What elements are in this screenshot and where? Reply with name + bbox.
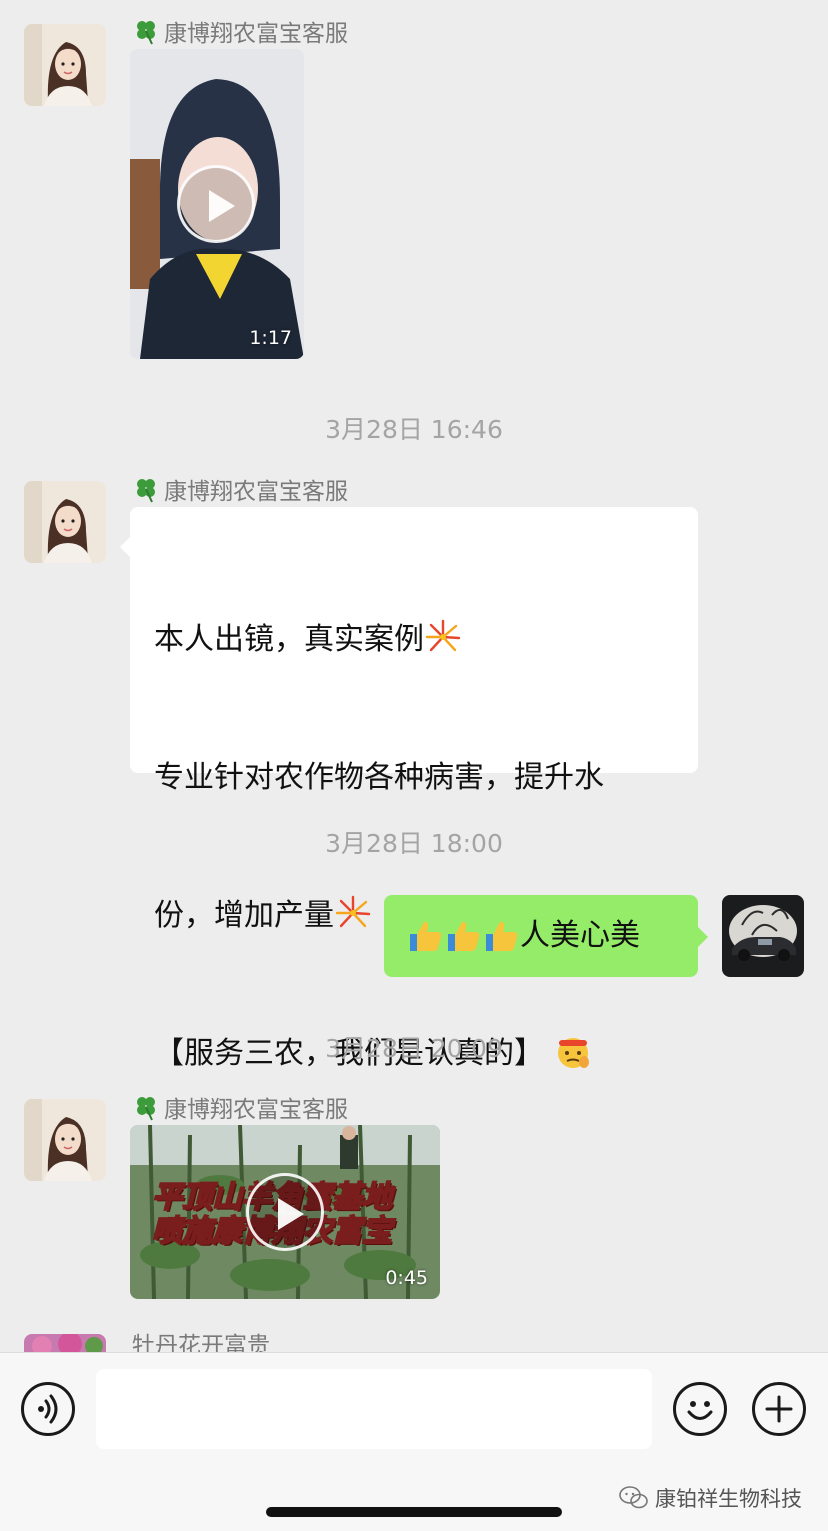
avatar[interactable] <box>24 1099 106 1181</box>
watermark: 康铂祥生物科技 <box>619 1483 802 1513</box>
clover-icon <box>137 1097 155 1121</box>
video-duration: 1:17 <box>249 327 292 349</box>
message-input[interactable] <box>96 1369 652 1449</box>
wechat-logo-icon <box>619 1486 648 1509</box>
play-icon[interactable] <box>246 1173 324 1251</box>
thumbs-up-icon <box>410 921 442 951</box>
voice-icon[interactable] <box>21 1382 75 1436</box>
avatar[interactable] <box>24 1334 106 1352</box>
timestamp: 3月28日 18:00 <box>325 829 503 858</box>
outgoing-message-bubble[interactable]: 人美心美 <box>384 895 708 977</box>
thumbs-up-icon <box>486 921 518 951</box>
clover-icon <box>137 479 155 503</box>
sender-name: 康博翔农富宝客服 <box>132 472 348 506</box>
text-message-bubble[interactable]: 本人出镜，真实案例 专业针对农作物各种病害，提升水 份，增加产量 【服务三农，我… <box>120 507 698 1206</box>
sender-name: 康博翔农富宝客服 <box>132 14 348 48</box>
video-message[interactable]: 1:17 <box>130 49 304 359</box>
fireworks-icon <box>335 895 371 928</box>
video-duration: 0:45 <box>385 1267 428 1289</box>
thumbs-up-icon <box>448 921 480 951</box>
sender-name: 康博翔农富宝客服 <box>132 1090 348 1124</box>
clover-icon <box>137 21 155 45</box>
video-message[interactable]: 平顶山羊角蜜基地 喷施康博翔农富宝 0:45 <box>130 1125 440 1299</box>
chat-input-bar: 康铂祥生物科技 <box>0 1352 828 1531</box>
fireworks-icon <box>425 619 461 652</box>
emoji-icon[interactable] <box>673 1382 727 1436</box>
timestamp: 3月28日 20:09 <box>325 1034 503 1063</box>
message-text: 人美心美 <box>520 918 640 953</box>
plus-icon[interactable] <box>752 1382 806 1436</box>
avatar[interactable] <box>24 24 106 106</box>
my-avatar[interactable] <box>722 895 804 977</box>
avatar[interactable] <box>24 481 106 563</box>
home-indicator[interactable] <box>266 1507 562 1517</box>
play-icon[interactable] <box>177 165 255 243</box>
timestamp: 3月28日 16:46 <box>325 415 503 444</box>
